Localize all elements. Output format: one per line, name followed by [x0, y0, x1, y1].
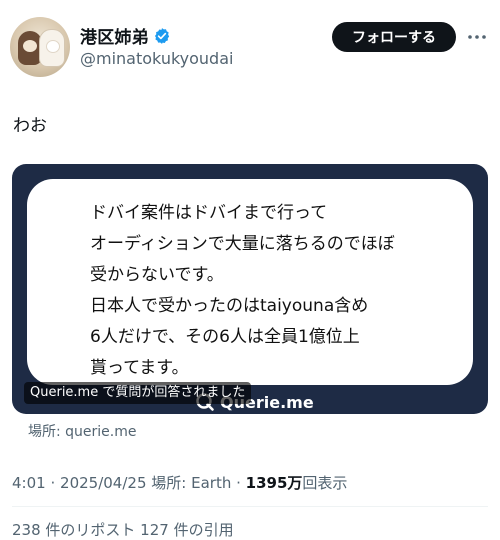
- meta-separator: ·: [50, 474, 56, 492]
- tweet-time[interactable]: 4:01: [12, 474, 46, 492]
- divider: [12, 506, 488, 507]
- user-name-row: 港区姉弟: [80, 23, 171, 48]
- avatar-figure-white: [39, 29, 65, 67]
- tweet-date[interactable]: 2025/04/25: [60, 474, 146, 492]
- engagement-stats[interactable]: 238 件のリポスト 127 件の引用: [12, 519, 234, 540]
- tweet-media-image[interactable]: ドバイ案件はドバイまで行って オーディションで大量に落ちるのでほぼ 受からないで…: [12, 164, 488, 414]
- answer-line: 貰ってます。: [90, 358, 189, 378]
- follow-button[interactable]: フォローする: [332, 22, 456, 52]
- source-location[interactable]: 場所: querie.me: [28, 421, 137, 441]
- meta-separator: ·: [236, 474, 241, 492]
- answer-line: オーディションで大量に落ちるのでほぼ: [90, 234, 395, 254]
- views-label: 回表示: [302, 474, 348, 492]
- display-name[interactable]: 港区姉弟: [80, 23, 149, 48]
- answer-line: 6人だけで、その6人は全員1億位上: [90, 327, 360, 347]
- more-horizontal-icon[interactable]: [466, 28, 488, 46]
- tweet-metadata: 4:01 · 2025/04/25 場所: Earth · 1395万回表示: [12, 472, 347, 493]
- tweet-location: 場所: Earth: [151, 474, 232, 492]
- media-caption: Querie.me で質問が回答されました: [24, 382, 252, 404]
- tweet-text: わお: [13, 116, 47, 136]
- user-handle[interactable]: @minatokukyoudai: [80, 49, 233, 68]
- answer-text: ドバイ案件はドバイまで行って オーディションで大量に落ちるのでほぼ 受からないで…: [90, 198, 470, 384]
- answer-line: 受からないです。: [90, 265, 224, 285]
- verified-badge-icon: [154, 27, 169, 44]
- avatar[interactable]: [10, 17, 70, 77]
- answer-card: ドバイ案件はドバイまで行って オーディションで大量に落ちるのでほぼ 受からないで…: [27, 179, 473, 385]
- answer-line: 日本人で受かったのはtaiyouna含め: [90, 296, 369, 316]
- views-count: 1395万: [245, 474, 303, 492]
- answer-line: ドバイ案件はドバイまで行って: [90, 203, 328, 223]
